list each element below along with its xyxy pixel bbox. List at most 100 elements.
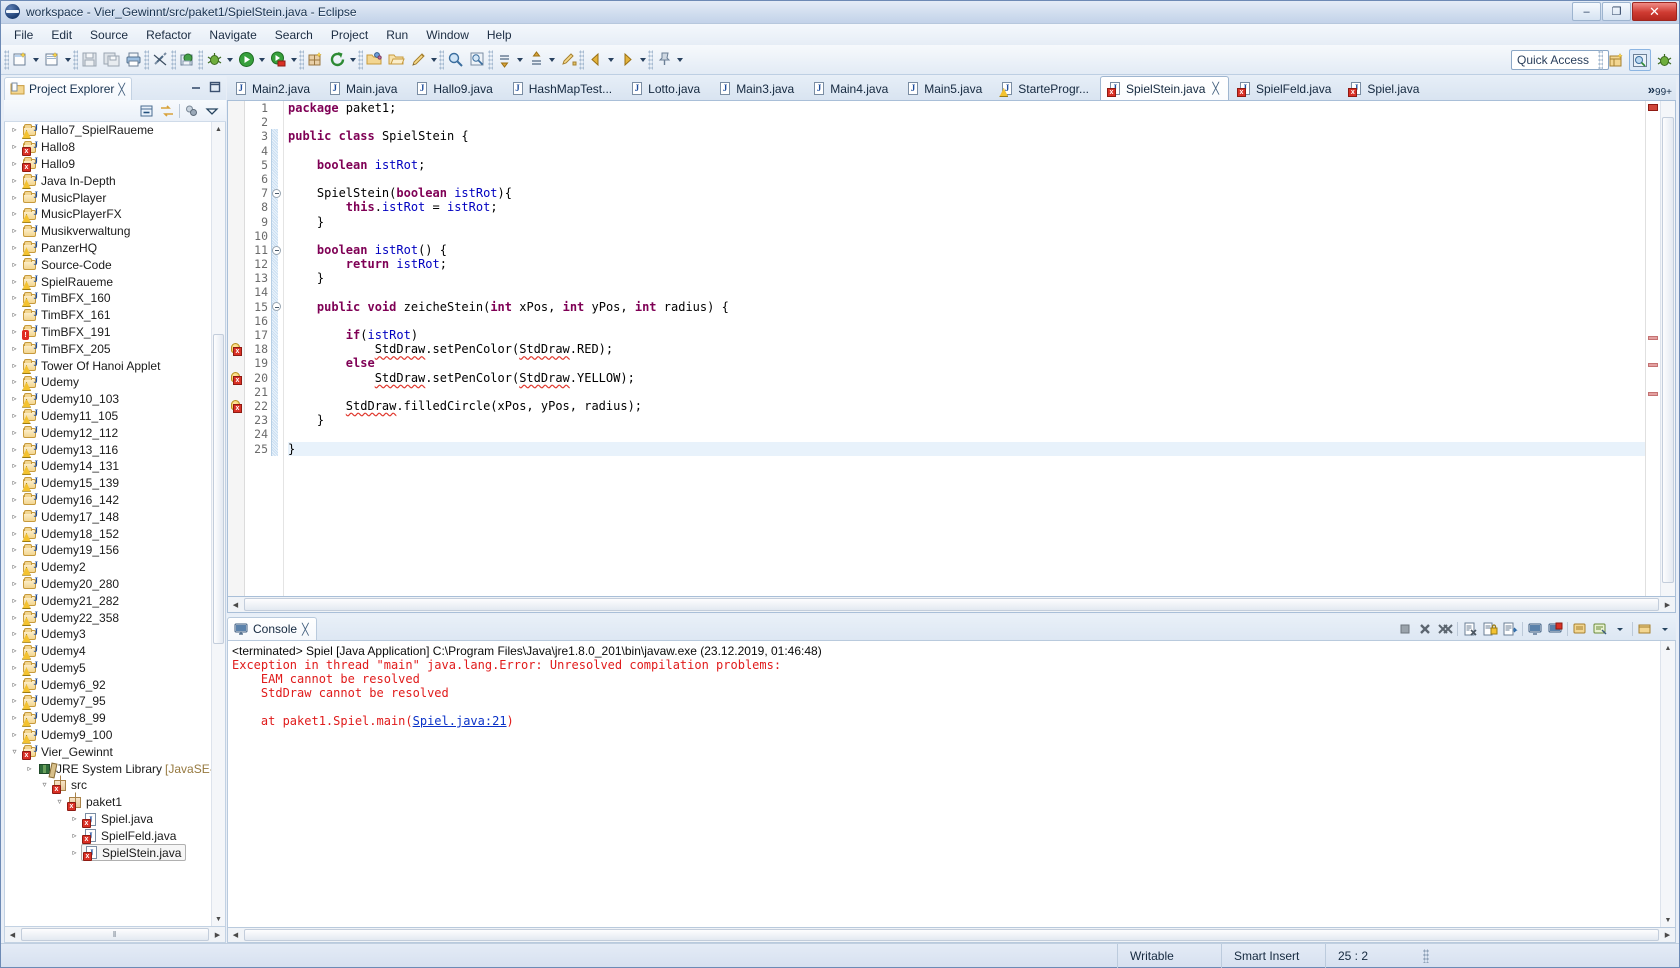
remove-launch-icon[interactable] [1417,621,1433,637]
word-wrap-icon[interactable] [1502,621,1518,637]
tree-item-musicplayerfx[interactable]: ▹ J MusicPlayerFX [5,206,211,223]
tree-item-spielraueme[interactable]: ▹ J SpielRaueme [5,273,211,291]
tree-item-vier-gewinnt[interactable]: ▿ Jx Vier_Gewinnt [5,743,211,761]
console-tab[interactable]: Console ╳ [227,617,317,640]
collapsed-arrow-icon[interactable]: ▹ [7,243,22,252]
tree-item-content[interactable]: J Udemy5 [22,660,86,677]
tree-item-content[interactable]: J Udemy12_112 [22,425,118,440]
menu-navigate[interactable]: Navigate [200,26,265,44]
expanded-arrow-icon[interactable]: ▿ [37,781,52,789]
open-package-icon[interactable] [363,49,385,71]
collapsed-arrow-icon[interactable]: ▹ [7,277,22,286]
scroll-right-icon[interactable]: ▶ [1660,931,1675,939]
tree-item-timbfx-205[interactable]: ▹ J TimBFX_205 [5,340,211,357]
tree-item-content[interactable]: J Udemy2 [22,560,86,576]
tree-item-content[interactable]: J Udemy10_103 [22,392,119,408]
close-icon[interactable]: ╳ [118,83,125,96]
code-line[interactable]: return istRot; [288,257,1645,271]
edit-icon[interactable] [407,49,429,71]
code-line[interactable]: SpielStein(boolean istRot){ [288,186,1645,200]
scroll-right-icon[interactable]: ▶ [1660,601,1675,609]
pin-console-icon[interactable] [1547,621,1563,637]
tree-item-spielstein-java[interactable]: ▹xSpielStein.java [5,844,211,862]
code-line[interactable] [288,229,1645,243]
coverage-dropdown-icon[interactable] [289,49,299,71]
new-java-project-icon[interactable] [304,49,326,71]
tree-item-content[interactable]: J Udemy3 [22,627,86,643]
source-code-text[interactable]: package paket1; public class SpielStein … [284,101,1645,596]
tree-item-content[interactable]: J Udemy14_131 [22,459,119,475]
display-selected-console-icon[interactable] [1572,621,1588,637]
fold-collapse-icon[interactable] [272,302,281,312]
code-line[interactable]: StdDraw.setPenColor(StdDraw.RED); [288,342,1645,356]
status-resize-grip[interactable] [1423,948,1429,963]
scroll-up-icon[interactable]: ▲ [1661,641,1675,655]
new-wizard-icon[interactable] [9,49,31,71]
debug-perspective-icon[interactable] [1653,49,1675,71]
collapsed-arrow-icon[interactable]: ▹ [7,630,22,638]
tree-item-content[interactable]: J Udemy15_139 [22,476,119,492]
print-icon[interactable] [122,49,144,71]
tree-item-udemy3[interactable]: ▹ J Udemy3 [5,626,211,643]
tree-item-udemy18-152[interactable]: ▹ J Udemy18_152 [5,525,211,543]
tree-horizontal-scrollbar[interactable]: ◀ ‖ ▶ [4,927,226,943]
collapsed-arrow-icon[interactable]: ▹ [7,546,22,554]
collapsed-arrow-icon[interactable]: ▹ [7,143,22,151]
collapsed-arrow-icon[interactable]: ▹ [7,663,22,672]
forward-icon[interactable] [616,49,638,71]
tree-item-content[interactable]: xSpielFeld.java [82,828,176,845]
view-menu-icon[interactable] [184,103,200,119]
previous-annotation-dropdown-icon[interactable] [547,49,557,71]
expanded-arrow-icon[interactable]: ▿ [52,798,67,806]
new-java-class-icon[interactable] [41,49,63,71]
code-line[interactable] [288,144,1645,158]
tree-item-content[interactable]: J SpielRaueme [22,274,113,291]
overview-ruler[interactable] [1645,101,1660,596]
collapsed-arrow-icon[interactable]: ▹ [7,361,22,370]
project-tree[interactable]: ▹ J Hallo7_SpielRaueme ▹ Jx Hallo8 ▹ Jx Hallo9 ▹ J… [4,122,226,927]
tree-item-udemy7-95[interactable]: ▹ J Udemy7_95 [5,693,211,710]
code-line[interactable] [288,172,1645,186]
tree-item-content[interactable]: J Udemy21_282 [22,593,119,610]
tree-item-hallo9[interactable]: ▹ Jx Hallo9 [5,156,211,173]
collapsed-arrow-icon[interactable]: ▹ [7,378,22,386]
tree-item-udemy15-139[interactable]: ▹ J Udemy15_139 [5,475,211,492]
previous-annotation-icon[interactable] [525,49,547,71]
console-view-menu-icon[interactable] [1637,621,1653,637]
tree-item-content[interactable]: Jx Hallo8 [22,140,75,156]
tree-item-paket1[interactable]: ▿ x paket1 [5,794,211,811]
collapsed-arrow-icon[interactable]: ▹ [7,714,22,722]
tree-item-content[interactable]: J Udemy7_95 [22,694,106,710]
editor-scroll-thumb[interactable] [1662,117,1674,583]
tree-item-content[interactable]: JRE System Library [JavaSE-1. [37,761,211,776]
code-line[interactable] [288,314,1645,328]
collapsed-arrow-icon[interactable]: ▹ [7,479,22,487]
console-vertical-scrollbar[interactable]: ▲ ▼ [1660,641,1675,927]
console-output-text[interactable]: <terminated> Spiel [Java Application] C:… [228,641,1660,927]
run-dropdown-icon[interactable] [257,49,267,71]
menu-source[interactable]: Source [81,26,137,44]
menu-search[interactable]: Search [266,26,322,44]
scroll-down-icon[interactable]: ▼ [1661,913,1675,927]
menu-run[interactable]: Run [377,26,417,44]
debug-dropdown-icon[interactable] [225,49,235,71]
editor-tab-main3-java[interactable]: Main3.java [711,78,803,100]
collapsed-arrow-icon[interactable]: ▹ [7,495,22,504]
close-icon[interactable]: ╳ [1212,82,1219,95]
tree-item-content[interactable]: J Java In-Depth [22,173,116,190]
forward-dropdown-icon[interactable] [638,49,648,71]
tree-item-udemy9-100[interactable]: ▹ J Udemy9_100 [5,727,211,744]
menu-edit[interactable]: Edit [42,26,81,44]
console-h-scroll-thumb[interactable] [244,929,1659,941]
collapsed-arrow-icon[interactable]: ▹ [7,731,22,739]
collapsed-arrow-icon[interactable]: ▹ [7,311,22,319]
collapsed-arrow-icon[interactable]: ▹ [7,445,22,454]
editor-tab-spiel-java[interactable]: x Spiel.java [1342,78,1428,100]
tree-item-udemy6-92[interactable]: ▹ J Udemy6_92 [5,676,211,694]
tree-item-content[interactable]: x paket1 [67,795,122,811]
tree-item-spiel-java[interactable]: ▹xSpiel.java [5,811,211,828]
editor-tab-spielfeld-java[interactable]: x SpielFeld.java [1231,78,1340,100]
tree-item-udemy11-105[interactable]: ▹ J Udemy11_105 [5,408,211,425]
tree-item-content[interactable]: x src [52,778,87,794]
editor-tab-spielstein-java[interactable]: xSpielStein.java ╳ [1099,76,1229,100]
